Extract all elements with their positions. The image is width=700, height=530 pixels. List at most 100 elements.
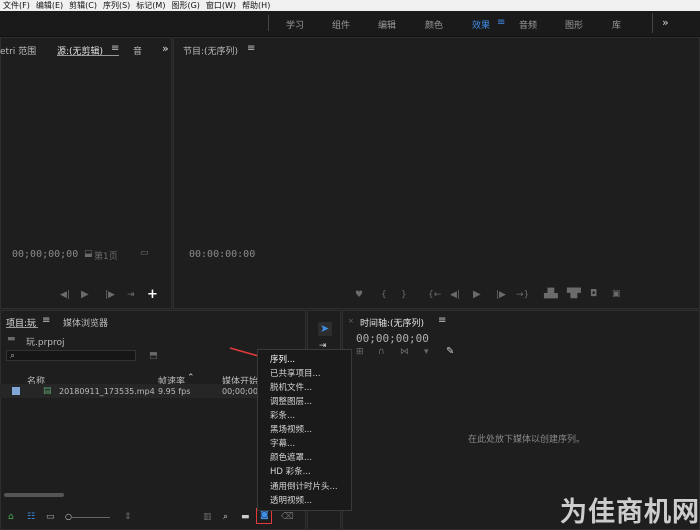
zoom-slider-track[interactable] (72, 517, 110, 518)
selection-arrow-icon: ➤ (320, 322, 330, 335)
new-item-menu: 序列... 已共享项目... 脱机文件... 调整图层... 彩条... 黑场视… (257, 349, 352, 511)
menu-item-countdown-leader[interactable]: 通用倒计时片头... (270, 480, 338, 492)
panel-menu-icon[interactable]: ≡ (111, 43, 119, 54)
workspace-audio[interactable]: 音频 (519, 18, 537, 31)
clip-media-start: 00;00;00 (222, 387, 258, 396)
snap-icon[interactable]: ∩ (378, 347, 385, 357)
settings-icon[interactable]: ▭ (140, 248, 149, 258)
icon-view-icon[interactable]: ▭ (46, 512, 55, 522)
search-icon: ⌕ (10, 351, 16, 361)
go-to-in-icon[interactable]: {← (428, 290, 441, 300)
clip-name[interactable]: 20180911_173535.mp4 (59, 387, 155, 396)
menu-item-caption[interactable]: 字幕... (270, 437, 295, 449)
play-icon[interactable]: ▶ (473, 289, 481, 300)
new-item-icon: ◙ (260, 510, 269, 520)
tab-audio-mixer[interactable]: 音 (133, 44, 142, 57)
close-icon[interactable]: × (348, 317, 354, 325)
sort-ascending-icon[interactable]: ⌃ (187, 373, 195, 383)
comparison-icon[interactable]: ▣ (612, 289, 621, 299)
mark-in-icon[interactable]: { (381, 290, 387, 300)
menu-item-sequence[interactable]: 序列... (270, 353, 295, 365)
menu-item-bars-and-tone[interactable]: 彩条... (270, 409, 295, 421)
panel-overflow-icon[interactable]: » (162, 42, 169, 55)
divider (268, 15, 269, 31)
menu-item-offline-file[interactable]: 脱机文件... (270, 381, 312, 393)
step-forward-icon[interactable]: |▶ (496, 290, 506, 300)
clip-frame-rate: 9.95 fps (158, 387, 191, 396)
marker-icon[interactable]: ▾ (424, 347, 429, 357)
menu-item-black-video[interactable]: 黑场视频... (270, 423, 312, 435)
workspace-learn[interactable]: 学习 (286, 18, 304, 31)
tab-media-browser[interactable]: 媒体浏览器 (63, 316, 108, 329)
folder-icon: ▬ (7, 334, 16, 344)
menu-item-color-matte[interactable]: 颜色遮罩... (270, 451, 312, 463)
menu-help[interactable]: 帮助(H) (239, 0, 273, 11)
video-clip-icon: ▤ (43, 386, 52, 396)
new-bin-from-search-icon[interactable]: ⬒ (149, 351, 158, 361)
step-back-icon[interactable]: ◀| (60, 290, 70, 300)
page-icon: ⬓ (84, 249, 93, 259)
menu-bar: 文件(F) 编辑(E) 剪辑(C) 序列(S) 标记(M) 图形(G) 窗口(W) 帮助(H) (0, 0, 700, 11)
timeline-timecode[interactable]: 00;00;00;00 (356, 332, 429, 345)
mark-out-icon[interactable]: } (401, 290, 407, 300)
wrench-icon[interactable]: ✎ (446, 346, 454, 357)
workspace-graphics[interactable]: 图形 (565, 18, 583, 31)
program-timecode[interactable]: 00:00:00:00 (189, 249, 255, 260)
menu-clip[interactable]: 剪辑(C) (66, 0, 100, 11)
step-back-icon[interactable]: ◀| (450, 290, 460, 300)
menu-item-shared-project[interactable]: 已共享项目... (270, 367, 321, 379)
automate-to-sequence-icon[interactable]: ▥ (203, 512, 212, 522)
search-input[interactable] (6, 350, 136, 361)
menu-graphics[interactable]: 图形(G) (168, 0, 202, 11)
program-title[interactable]: 节目:(无序列) (183, 44, 238, 57)
hamburger-icon[interactable]: ≡ (497, 17, 505, 28)
menu-file[interactable]: 文件(F) (0, 0, 33, 11)
workspace-assembly[interactable]: 组件 (332, 18, 350, 31)
lift-icon[interactable]: ▟▙ (544, 289, 558, 299)
sort-icon[interactable]: ⇕ (124, 512, 132, 522)
extract-icon[interactable]: ▜▛ (567, 289, 581, 299)
workspace-effects[interactable]: 效果 (472, 18, 490, 31)
menu-window[interactable]: 窗口(W) (203, 0, 239, 11)
panel-menu-icon[interactable]: ≡ (247, 43, 255, 54)
watermark: 为佳商机网 (560, 497, 700, 528)
menu-edit[interactable]: 编辑(E) (33, 0, 66, 11)
go-to-out-icon[interactable]: →} (516, 290, 529, 300)
timeline-title[interactable]: 时间轴:(无序列) (360, 316, 424, 329)
nest-icon[interactable]: ⊞ (356, 347, 364, 357)
active-tab-underline (6, 327, 38, 328)
export-frame-icon[interactable]: ⇥ (127, 290, 135, 300)
menu-sequence[interactable]: 序列(S) (100, 0, 133, 11)
list-view-icon[interactable]: ☷ (27, 512, 35, 522)
menu-marker[interactable]: 标记(M) (133, 0, 168, 11)
menu-item-transparent-video[interactable]: 透明视频... (270, 494, 312, 506)
horizontal-scrollbar[interactable] (4, 493, 64, 497)
timeline-empty-message: 在此处放下媒体以创建序列。 (468, 435, 586, 445)
menu-item-adjustment-layer[interactable]: 调整图层... (270, 395, 312, 407)
linked-selection-icon[interactable]: ⋈ (400, 347, 409, 357)
play-icon[interactable]: ▶ (81, 289, 89, 300)
add-button-icon[interactable]: + (147, 287, 158, 302)
panel-menu-icon[interactable]: ≡ (438, 315, 446, 326)
find-icon[interactable]: ⌕ (223, 512, 228, 522)
zoom-slider-handle[interactable]: ○ (65, 512, 72, 521)
step-forward-icon[interactable]: |▶ (105, 290, 115, 300)
source-panel (0, 37, 172, 309)
workspace-overflow-icon[interactable]: » (662, 16, 669, 29)
tab-lumetri-scopes[interactable]: etri 范围 (0, 44, 36, 57)
marker-icon[interactable]: ♥ (355, 290, 363, 300)
program-panel (173, 37, 700, 309)
workspace-libraries[interactable]: 库 (612, 18, 621, 31)
menu-item-hd-bars[interactable]: HD 彩条... (270, 465, 311, 477)
camera-icon[interactable]: ◘ (590, 289, 597, 299)
workspace-editing[interactable]: 编辑 (378, 18, 396, 31)
divider (652, 13, 653, 33)
new-bin-icon[interactable]: ▬ (241, 512, 250, 522)
source-timecode[interactable]: 00;00;00;00 (12, 249, 78, 260)
panel-menu-icon[interactable]: ≡ (42, 315, 50, 326)
lock-icon[interactable]: ⌂ (8, 512, 14, 522)
source-page-label: 第1页 (94, 252, 118, 262)
trash-icon[interactable]: ⌫ (281, 512, 294, 522)
workspace-color[interactable]: 颜色 (425, 18, 443, 31)
clip-label-color (12, 387, 20, 395)
